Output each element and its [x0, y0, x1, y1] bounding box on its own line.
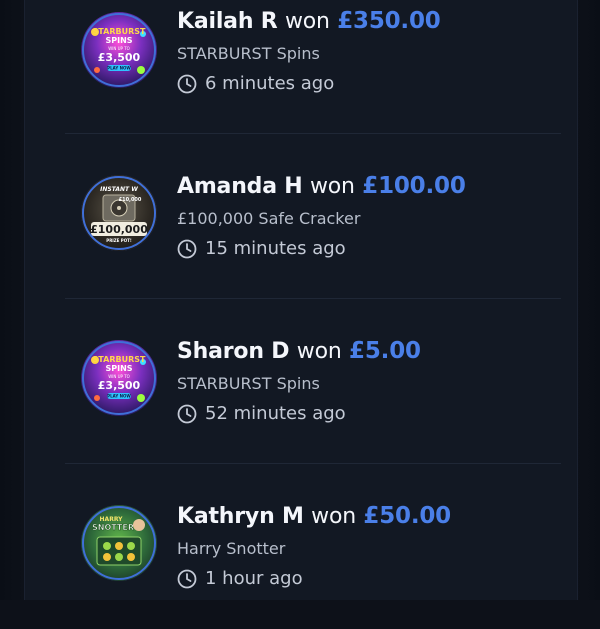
- win-amount: £100.00: [362, 173, 466, 199]
- win-time: 1 hour ago: [177, 568, 303, 589]
- recent-winners-panel: STARBURST SPINS WIN UP TO £3,500 PLAY NO…: [24, 0, 578, 600]
- winner-name: Sharon D: [177, 339, 290, 364]
- winner-name: Kathryn M: [177, 504, 304, 529]
- won-label: won: [310, 174, 355, 199]
- time-text: 1 hour ago: [205, 568, 303, 589]
- winner-name: Kailah R: [177, 9, 278, 34]
- thumb-prize-text: £3,500: [98, 379, 141, 392]
- thumb-play-text: PLAY NOW: [107, 66, 131, 71]
- thumb-caption-text: PRIZE POT!: [106, 238, 132, 243]
- safe-cracker-thumbnail[interactable]: INSTANT W £10,000 £100,000 PRIZE POT!: [81, 175, 157, 251]
- win-amount: £5.00: [349, 338, 421, 364]
- thumb-subtitle-text: SPINS: [105, 364, 132, 373]
- thumb-title-text: STARBURST: [93, 27, 146, 36]
- thumb-subtitle-text: SNOTTER: [92, 523, 134, 532]
- clock-icon: [177, 569, 197, 588]
- winner-headline: Sharon D won £5.00: [177, 338, 421, 364]
- time-text: 52 minutes ago: [205, 403, 346, 424]
- thumb-title-text: INSTANT W: [100, 186, 138, 193]
- winner-row[interactable]: INSTANT W £10,000 £100,000 PRIZE POT! Am…: [65, 135, 561, 299]
- winner-row[interactable]: HARRY SNOTTER Kathryn M won £50.00 Harry…: [65, 465, 561, 629]
- winner-row[interactable]: STARBURST SPINS WIN UP TO £3,500 PLAY NO…: [65, 0, 561, 134]
- thumb-subtitle-text: SPINS: [105, 36, 132, 45]
- clock-icon: [177, 239, 197, 258]
- starburst-spins-thumbnail[interactable]: STARBURST SPINS WIN UP TO £3,500 PLAY NO…: [81, 12, 157, 88]
- thumb-play-text: PLAY NOW: [107, 394, 131, 399]
- thumb-prize-text: £3,500: [98, 51, 141, 64]
- starburst-spins-thumbnail[interactable]: STARBURST SPINS WIN UP TO £3,500 PLAY NO…: [81, 340, 157, 416]
- game-name: STARBURST Spins: [177, 44, 320, 63]
- winner-headline: Kathryn M won £50.00: [177, 503, 451, 529]
- won-label: won: [296, 339, 342, 364]
- won-label: won: [284, 9, 330, 34]
- row-divider: [65, 133, 561, 134]
- thumb-safe-text: £10,000: [119, 197, 142, 203]
- row-divider: [65, 463, 561, 464]
- time-text: 6 minutes ago: [205, 73, 335, 94]
- game-name: £100,000 Safe Cracker: [177, 209, 361, 228]
- win-time: 15 minutes ago: [177, 238, 346, 259]
- win-time: 52 minutes ago: [177, 403, 346, 424]
- won-label: won: [311, 504, 356, 529]
- clock-icon: [177, 404, 197, 423]
- thumb-title-text: STARBURST: [93, 355, 146, 364]
- win-time: 6 minutes ago: [177, 73, 334, 94]
- winner-headline: Kailah R won £350.00: [177, 8, 441, 34]
- thumb-title-text: HARRY: [100, 516, 124, 523]
- clock-icon: [177, 74, 197, 93]
- harry-snotter-thumbnail[interactable]: HARRY SNOTTER: [81, 505, 157, 581]
- row-divider: [65, 298, 561, 299]
- winner-row[interactable]: STARBURST SPINS WIN UP TO £3,500 PLAY NO…: [65, 300, 561, 464]
- game-name: Harry Snotter: [177, 539, 286, 558]
- winner-headline: Amanda H won £100.00: [177, 173, 466, 199]
- thumb-prize-text: £100,000: [90, 223, 148, 236]
- winner-name: Amanda H: [177, 174, 303, 199]
- win-amount: £50.00: [363, 503, 451, 529]
- win-amount: £350.00: [337, 8, 441, 34]
- game-name: STARBURST Spins: [177, 374, 320, 393]
- time-text: 15 minutes ago: [205, 238, 346, 259]
